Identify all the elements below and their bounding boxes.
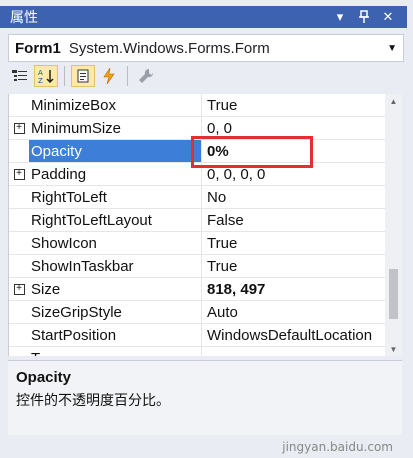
property-value[interactable]: 818, 497 [202,278,386,300]
toolbar-separator [127,66,128,86]
scroll-up-icon[interactable]: ▲ [385,94,402,108]
window-controls: ▾ ✕ [331,8,397,26]
properties-window: 属性 ▾ ✕ Form1 System.Windows.Forms.Form ▼… [0,0,413,458]
row-gutter [9,347,29,356]
property-name: RightToLeft [29,186,202,208]
property-value[interactable] [202,347,386,356]
property-value[interactable]: Auto [202,301,386,323]
property-name: MinimizeBox [29,94,202,116]
property-grid: MinimizeBox True + MinimumSize 0, 0 Opacity 0%… [8,94,386,356]
scroll-thumb[interactable] [389,269,398,319]
property-value[interactable]: True [202,232,386,254]
pin-icon[interactable] [355,8,373,26]
row-gutter [9,94,29,116]
description-panel: Opacity 控件的不透明度百分比。 [8,360,402,435]
expand-icon[interactable]: + [13,283,25,295]
property-value[interactable]: True [202,94,386,116]
lightning-icon [103,68,115,84]
property-row[interactable]: MinimizeBox True [9,94,386,117]
property-row[interactable]: RightToLeftLayout False [9,209,386,232]
property-row[interactable]: ShowIcon True [9,232,386,255]
dropdown-arrow-icon[interactable]: ▾ [331,8,349,26]
object-selector[interactable]: Form1 System.Windows.Forms.Form ▼ [8,34,404,62]
properties-toolbar: A Z [8,63,402,89]
property-row[interactable]: T [9,347,386,356]
row-gutter [9,232,29,254]
property-row[interactable]: ShowInTaskbar True [9,255,386,278]
row-gutter [9,186,29,208]
property-name: StartPosition [29,324,202,346]
svg-text:Z: Z [38,77,43,84]
row-gutter [9,140,29,162]
row-gutter: + [9,117,29,139]
property-name: Padding [29,163,202,185]
close-icon[interactable]: ✕ [379,8,397,26]
categorized-button[interactable] [8,65,32,87]
row-gutter [9,255,29,277]
property-name: ShowIcon [29,232,202,254]
alphabetical-button[interactable]: A Z [34,65,58,87]
property-name: SizeGripStyle [29,301,202,323]
property-name: T [29,347,202,356]
sort-az-icon: A Z [38,69,54,84]
row-gutter [9,301,29,323]
property-value[interactable]: No [202,186,386,208]
property-value[interactable]: WindowsDefaultLocation [202,324,386,346]
description-title: Opacity [16,369,72,386]
row-gutter [9,209,29,231]
expand-icon[interactable]: + [13,122,25,134]
window-title: 属性 [10,9,38,25]
description-text: 控件的不透明度百分比。 [16,392,170,408]
title-bar: 属性 ▾ ✕ [0,6,407,28]
expand-icon[interactable]: + [13,168,25,180]
object-type: System.Windows.Forms.Form [68,39,270,57]
property-row[interactable]: SizeGripStyle Auto [9,301,386,324]
properties-button[interactable] [71,65,95,87]
property-name: RightToLeftLayout [29,209,202,231]
events-button[interactable] [97,65,121,87]
chevron-down-icon[interactable]: ▼ [387,43,397,54]
property-name: Size [29,278,202,300]
vertical-scrollbar[interactable]: ▲ ▼ [385,94,402,356]
categorized-icon [12,70,27,81]
row-gutter: + [9,278,29,300]
property-name: MinimumSize [29,117,202,139]
wrench-icon [139,68,154,83]
property-value[interactable]: True [202,255,386,277]
object-name: Form1 [15,39,61,57]
property-pages-button[interactable] [134,65,158,87]
annotation-highlight-box [191,136,313,168]
property-name: ShowInTaskbar [29,255,202,277]
property-row[interactable]: RightToLeft No [9,186,386,209]
toolbar-separator [64,66,65,86]
row-gutter: + [9,163,29,185]
property-value[interactable]: False [202,209,386,231]
watermark: jingyan.baidu.com [282,440,393,454]
row-gutter [9,324,29,346]
properties-page-icon [77,69,89,83]
property-name: Opacity [29,140,202,162]
property-row[interactable]: StartPosition WindowsDefaultLocation [9,324,386,347]
svg-text:A: A [38,69,43,77]
property-row[interactable]: + Size 818, 497 [9,278,386,301]
scroll-down-icon[interactable]: ▼ [385,342,402,356]
